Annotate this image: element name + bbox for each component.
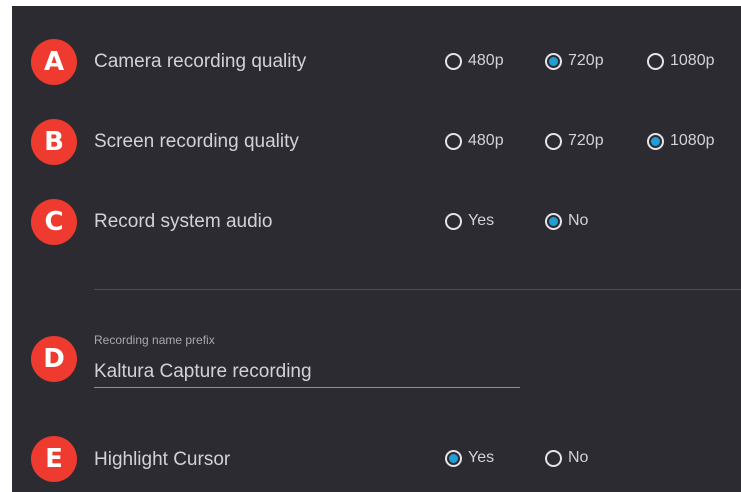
radio-selected-dot	[549, 56, 558, 66]
radio-label: No	[568, 212, 589, 229]
screen-quality-720p-radio[interactable]: 720p	[545, 132, 604, 150]
section-divider	[94, 289, 741, 290]
radio-label: 1080p	[670, 132, 715, 149]
screen-quality-1080p-radio[interactable]: 1080p	[647, 132, 715, 150]
radio-circle	[445, 52, 462, 70]
radio-circle	[445, 212, 462, 230]
badge-d: D	[31, 336, 77, 382]
radio-label: 720p	[568, 52, 604, 69]
highlight-cursor-label: Highlight Cursor	[94, 449, 231, 470]
radio-label: 480p	[468, 52, 504, 69]
radio-circle	[647, 132, 664, 150]
highlight-cursor-yes-radio[interactable]: Yes	[445, 449, 494, 467]
radio-circle	[545, 132, 562, 150]
radio-circle	[545, 449, 562, 467]
radio-selected-dot	[651, 136, 660, 146]
badge-b: B	[31, 119, 77, 165]
radio-label: Yes	[468, 449, 495, 466]
system-audio-no-radio[interactable]: No	[545, 212, 588, 230]
system-audio-label: Record system audio	[94, 211, 273, 232]
badge-a: A	[31, 39, 77, 85]
radio-label: No	[568, 449, 589, 466]
radio-label: 480p	[468, 132, 504, 149]
radio-label: 720p	[568, 132, 604, 149]
screen-quality-480p-radio[interactable]: 480p	[445, 132, 504, 150]
radio-circle	[445, 132, 462, 150]
recording-name-prefix-input[interactable]	[94, 357, 520, 388]
badge-c: C	[31, 199, 77, 245]
highlight-cursor-no-radio[interactable]: No	[545, 449, 588, 467]
system-audio-yes-radio[interactable]: Yes	[445, 212, 494, 230]
radio-circle	[545, 52, 562, 70]
radio-label: 1080p	[670, 52, 715, 69]
radio-selected-dot	[449, 453, 458, 463]
camera-quality-720p-radio[interactable]: 720p	[545, 52, 604, 70]
badge-e: E	[31, 436, 77, 482]
camera-quality-480p-radio[interactable]: 480p	[445, 52, 504, 70]
radio-label: Yes	[468, 212, 495, 229]
recording-name-prefix-label: Recording name prefix	[94, 333, 215, 347]
radio-circle	[545, 212, 562, 230]
screen-quality-label: Screen recording quality	[94, 131, 299, 152]
radio-selected-dot	[549, 216, 558, 226]
camera-quality-1080p-radio[interactable]: 1080p	[647, 52, 715, 70]
radio-circle	[445, 449, 462, 467]
camera-quality-label: Camera recording quality	[94, 51, 307, 72]
recording-settings-panel: A Camera recording quality 480p 720p 108…	[12, 6, 741, 492]
radio-circle	[647, 52, 664, 70]
